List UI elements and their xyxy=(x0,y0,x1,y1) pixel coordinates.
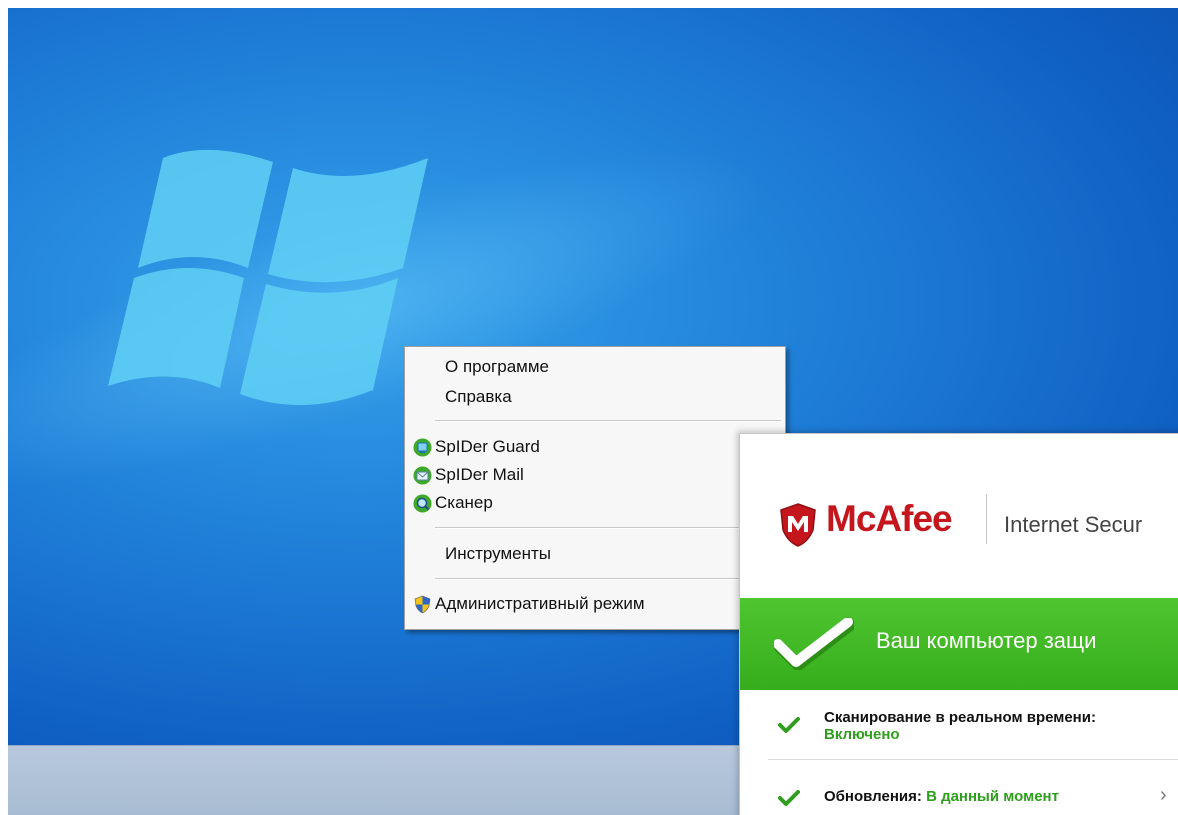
mcafee-brand: McAfee xyxy=(826,498,953,539)
spider-mail-icon xyxy=(413,466,432,485)
menu-item-label: SpIDer Guard xyxy=(435,437,540,456)
screenshot-frame: О программе Справка SpIDer Guard SpIDer … xyxy=(8,8,1178,815)
row-divider xyxy=(768,759,1178,760)
scanner-icon xyxy=(413,494,432,513)
context-menu: О программе Справка SpIDer Guard SpIDer … xyxy=(404,346,786,630)
menu-item-spider-mail[interactable]: SpIDer Mail xyxy=(405,461,785,489)
menu-item-label: SpIDer Mail xyxy=(435,465,524,484)
menu-item-tools[interactable]: Инструменты xyxy=(405,540,785,568)
product-name: Internet Secur xyxy=(1004,512,1143,537)
menu-item-label: Административный режим xyxy=(435,594,645,613)
menu-item-help[interactable]: Справка xyxy=(405,383,785,411)
realtime-scan-value[interactable]: Включено xyxy=(824,726,900,743)
menu-item-scanner[interactable]: Сканер xyxy=(405,489,785,517)
menu-item-admin-mode[interactable]: Административный режим xyxy=(405,590,785,618)
menu-item-spider-guard[interactable]: SpIDer Guard xyxy=(405,433,785,461)
spider-guard-icon xyxy=(413,438,432,457)
protection-status-bar[interactable]: Ваш компьютер защи xyxy=(740,598,1178,690)
uac-shield-icon xyxy=(414,595,431,614)
status-text: Ваш компьютер защи xyxy=(876,628,1097,653)
menu-separator xyxy=(435,578,781,580)
menu-item-label: Справка xyxy=(445,387,512,406)
menu-separator xyxy=(435,527,781,529)
chevron-right-icon[interactable]: › xyxy=(1160,784,1167,807)
realtime-scan-label: Сканирование в реальном времени: xyxy=(824,709,1096,726)
updates-value: В данный момент xyxy=(926,788,1059,805)
brand-divider xyxy=(986,494,987,544)
menu-item-label: Инструменты xyxy=(445,544,552,563)
menu-item-about[interactable]: О программе xyxy=(405,353,785,381)
check-icon xyxy=(778,717,800,733)
checkmark-icon xyxy=(774,618,854,670)
mcafee-window: McAfee Internet Secur Ваш компьютер защи… xyxy=(739,433,1178,815)
menu-item-label: Сканер xyxy=(435,493,493,512)
updates-row[interactable]: Обновления: В данный момент xyxy=(824,788,1059,805)
updates-label: Обновления: xyxy=(824,788,922,805)
menu-item-label: О программе xyxy=(445,357,550,376)
check-icon xyxy=(778,790,800,806)
mcafee-shield-icon xyxy=(780,503,816,547)
menu-separator xyxy=(435,420,781,422)
